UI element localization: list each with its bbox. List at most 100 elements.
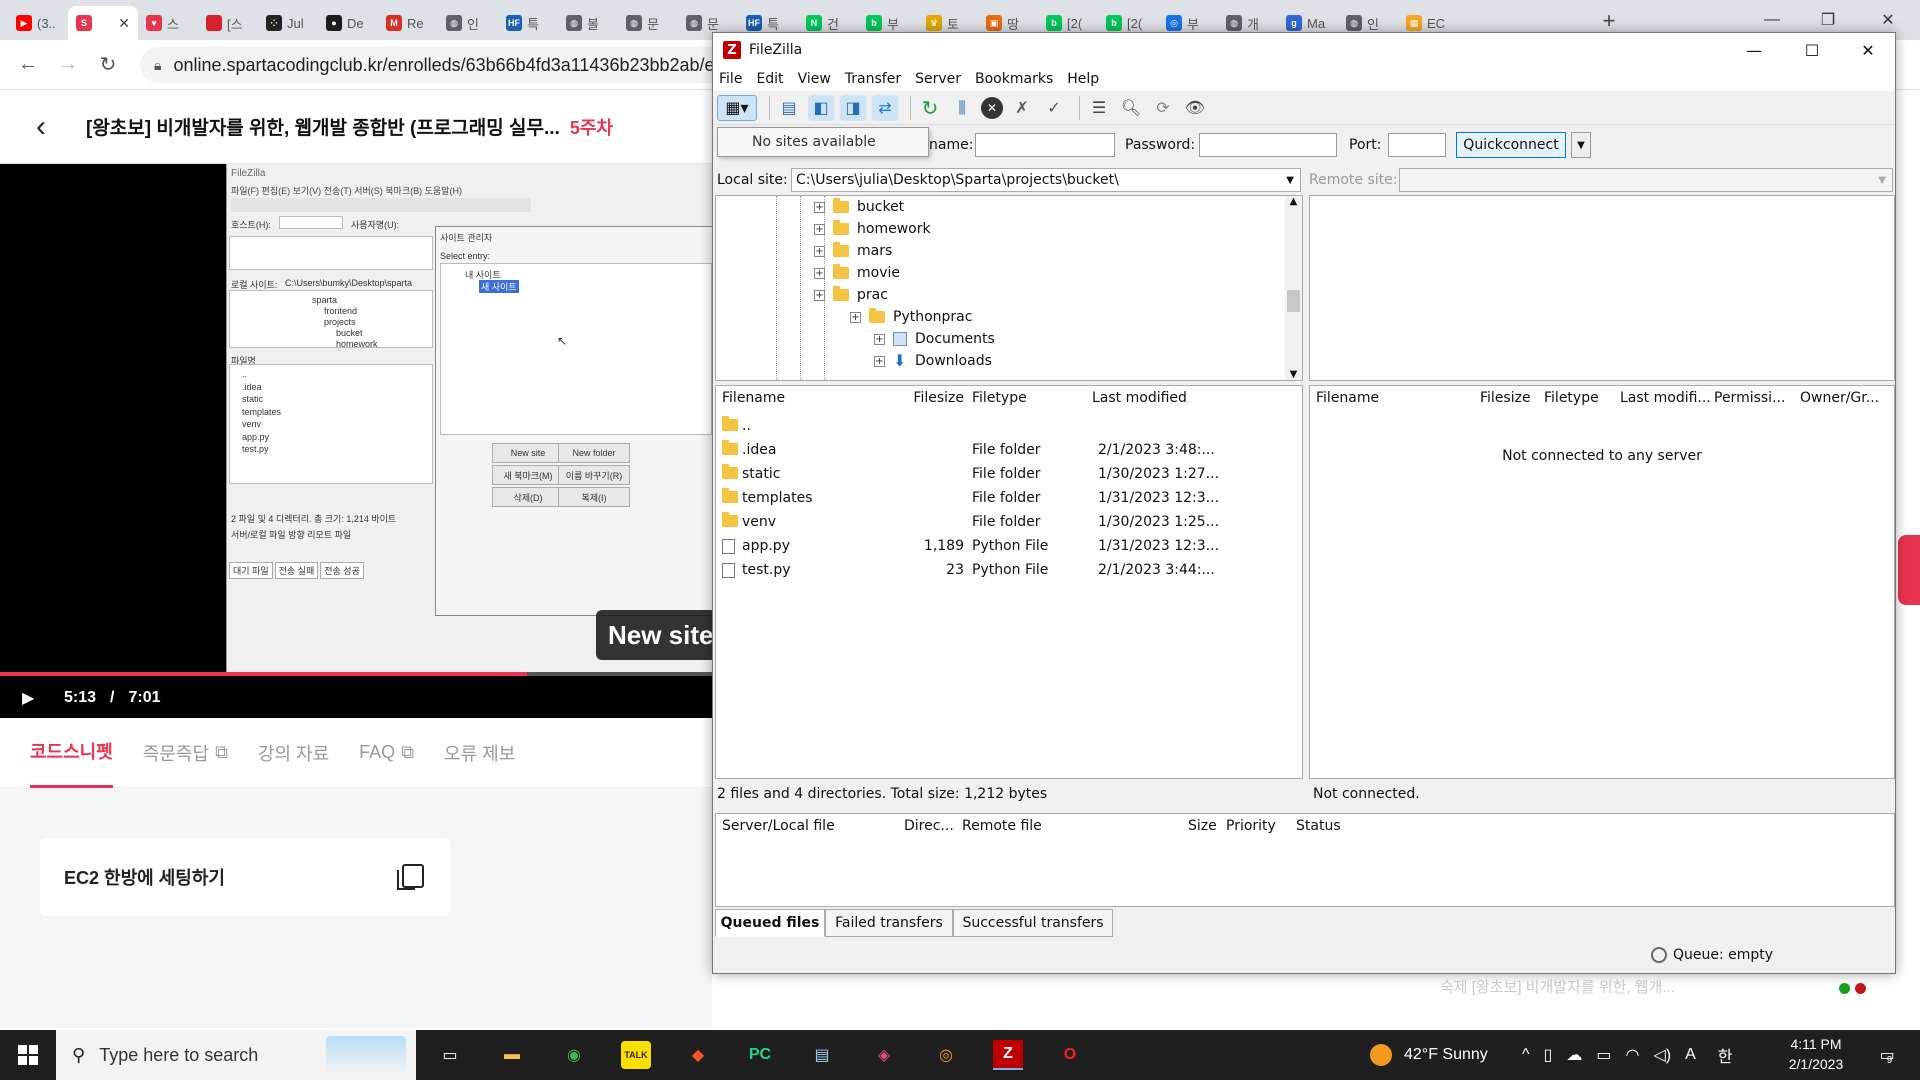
file-row[interactable]: templates File folder 1/31/2023 12:3... [716,486,1302,510]
remote-column-header[interactable]: Filename [1316,390,1379,406]
scroll-down-icon[interactable]: ▼ [1285,369,1302,380]
process-queue-icon[interactable]: ⫼ [949,95,975,121]
kakaotalk-taskbar-icon[interactable]: TALK [621,1041,651,1069]
remote-file-list[interactable]: Filename Filesize Filetype Last modifi... Pe… [1309,385,1895,779]
file-row[interactable]: test.py 23 Python File 2/1/2023 3:44:... [716,558,1302,582]
video-player[interactable]: FileZilla 파일(F) 편집(E) 보기(V) 전송(T) 서버(S) … [0,164,712,718]
chevron-up-icon[interactable]: ^ [1522,1046,1530,1064]
fz-menu-item[interactable]: File [719,71,742,87]
port-input[interactable] [1388,133,1446,157]
fz-menu-item[interactable]: Help [1067,71,1099,87]
reload-button[interactable]: ↻ [88,45,128,85]
filezilla-taskbar-icon[interactable]: Z [993,1040,1023,1070]
copy-icon[interactable] [397,864,424,890]
expand-icon[interactable]: + [814,223,825,235]
volume-icon[interactable]: ◁) [1653,1045,1671,1065]
fz-menu-item[interactable]: Bookmarks [975,71,1053,87]
expand-icon[interactable]: + [814,289,825,301]
taskbar-clock[interactable]: 4:11 PM 2/1/2023 [1766,1034,1866,1074]
ime-korean[interactable]: 한 [1718,1043,1733,1067]
start-button[interactable] [0,1030,56,1080]
fz-maximize-button[interactable]: ☐ [1783,33,1841,67]
local-column-header[interactable]: Last modified [1092,390,1187,406]
file-explorer-taskbar-icon[interactable]: ▬ [490,1036,534,1074]
local-path-input[interactable]: C:\Users\julia\Desktop\Sparta\projects\b… [791,168,1301,192]
fz-minimize-button[interactable]: — [1725,33,1783,67]
expand-icon[interactable]: + [814,245,825,257]
expand-icon[interactable]: + [850,311,861,323]
browser-tab[interactable]: ⁘ Jul [258,6,318,40]
local-column-header[interactable]: Filename [722,390,785,406]
taskbar-search[interactable]: ⚲ Type here to search [56,1030,416,1080]
notification-center-button[interactable]: ▭ 9 [1866,1038,1906,1072]
queue-tab[interactable]: Queued files [715,909,825,937]
weather-widget[interactable]: 42°F Sunny [1370,1030,1488,1080]
tree-item[interactable]: + Documents [874,328,995,350]
remote-column-header[interactable]: Owner/Gr... [1800,390,1879,406]
tree-item[interactable]: + prac [814,284,888,306]
remote-column-header[interactable]: Filesize [1480,390,1531,406]
transfer-queue-pane[interactable]: Server/Local file Direc... Remote file Size… [715,813,1895,907]
local-tree-icon[interactable]: ◧ [808,94,834,121]
browser-tab[interactable]: ◍ 문 [618,6,678,40]
back-arrow-icon[interactable]: ‹ [36,110,66,144]
pycharm-taskbar-icon[interactable]: PC [738,1036,782,1074]
tree-item[interactable]: + Pythonprac [850,306,972,328]
play-icon[interactable]: ▶ [22,688,42,708]
expand-icon[interactable]: + [874,355,885,367]
local-column-header[interactable]: Filesize [913,390,964,406]
chevron-down-icon[interactable]: ▼ [1286,175,1294,186]
fz-menu-item[interactable]: View [798,71,831,87]
remote-tree-icon[interactable]: ◨ [840,94,866,121]
queue-column-header[interactable]: Status [1296,818,1341,834]
quickconnect-dropdown-arrow[interactable]: ▼ [1571,132,1591,158]
expand-icon[interactable]: + [814,267,825,279]
browser-tab[interactable]: HF 특 [498,6,558,40]
browser-tab[interactable]: ♥ 스 [138,6,198,40]
queue-tab[interactable]: Successful transfers [953,909,1113,937]
chevron-down-icon[interactable]: ▼ [1878,175,1886,186]
browser-tab[interactable]: ● De [318,6,378,40]
remote-column-header[interactable]: Last modifi... [1620,390,1711,406]
file-row[interactable]: .idea File folder 2/1/2023 3:48:... [716,438,1302,462]
tree-item[interactable]: + mars [814,240,892,262]
browser-tab[interactable]: [스 [198,6,258,40]
browser-tab[interactable]: ◍ 볼 [558,6,618,40]
local-tree-pane[interactable]: ▲ ▼ + bucket + homework + mars + movie + prac + Pyt… [715,195,1303,381]
expand-icon[interactable]: + [874,333,885,345]
chrome-taskbar-icon[interactable]: ◉ [552,1036,596,1074]
remote-tree-pane[interactable] [1309,195,1895,381]
fz-menu-item[interactable]: Transfer [845,71,901,87]
search-icon[interactable]: 🔍︎ [1118,95,1144,121]
expand-icon[interactable]: + [814,201,825,213]
local-column-header[interactable]: Filetype [972,390,1027,406]
username-input[interactable] [975,133,1115,157]
course-subtab[interactable]: 강의 자료 [258,718,329,788]
queue-column-header[interactable]: Server/Local file [722,818,835,834]
tree-item[interactable]: + ⬇ Downloads [874,350,992,372]
file-row[interactable]: .. [716,414,1302,438]
scroll-up-icon[interactable]: ▲ [1285,196,1302,207]
queue-column-header[interactable]: Priority [1226,818,1276,834]
forward-button[interactable]: → [48,45,88,85]
vpn-shield-taskbar-icon[interactable]: ◎ [924,1036,968,1074]
tree-item[interactable]: + homework [814,218,931,240]
wifi-icon[interactable]: ◠ [1625,1045,1639,1065]
local-file-list[interactable]: Filename Filesize Filetype Last modified ..… [715,385,1303,779]
fz-close-button[interactable]: ✕ [1839,33,1897,67]
queue-column-header[interactable]: Remote file [962,818,1042,834]
brave-taskbar-icon[interactable]: ◆ [676,1036,720,1074]
queue-column-header[interactable]: Direc... [904,818,954,834]
tree-item[interactable]: + movie [814,262,900,284]
queue-tab[interactable]: Failed transfers [825,909,953,937]
transfer-queue-icon[interactable]: ⇄ [872,94,898,121]
device-icon[interactable]: ▯ [1544,1045,1553,1065]
message-log-icon[interactable]: ▤ [776,95,802,121]
refresh-icon[interactable]: ↻ [917,95,943,121]
site-manager-icon[interactable]: ▦▾ [717,94,757,121]
binoculars-icon[interactable]: 👁︎ [1182,95,1208,121]
fz-menu-item[interactable]: Edit [756,71,783,87]
git-kraken-taskbar-icon[interactable]: ◈ [862,1036,906,1074]
reconnect-icon[interactable]: ✓ [1041,95,1067,121]
browser-tab[interactable]: ◍ 인 [438,6,498,40]
